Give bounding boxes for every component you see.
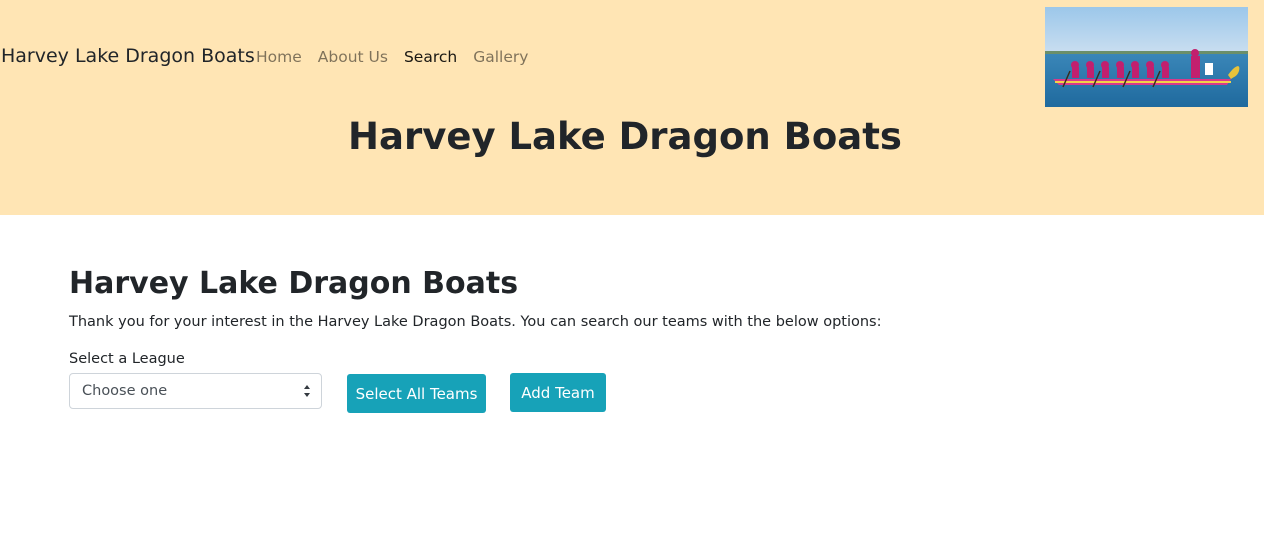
- select-arrows-icon: [304, 385, 310, 397]
- main-nav: Home About Us Search Gallery: [256, 48, 544, 66]
- add-team-button[interactable]: Add Team: [510, 373, 606, 412]
- dragon-boat-illustration: [1045, 7, 1248, 107]
- nav-about-us[interactable]: About Us: [318, 48, 388, 66]
- nav-gallery[interactable]: Gallery: [473, 48, 528, 66]
- league-select-value: Choose one: [82, 383, 168, 399]
- page-heading: Harvey Lake Dragon Boats: [69, 266, 519, 301]
- main-content: Harvey Lake Dragon Boats Thank you for y…: [69, 262, 1169, 413]
- search-form: Select a League Choose one Select All Te…: [69, 350, 769, 420]
- brand-link[interactable]: Harvey Lake Dragon Boats: [1, 45, 255, 67]
- league-select[interactable]: Choose one: [69, 373, 322, 409]
- nav-search[interactable]: Search: [404, 48, 457, 66]
- nav-home[interactable]: Home: [256, 48, 302, 66]
- dragon-boat-photo: [1045, 7, 1248, 107]
- league-label: Select a League: [69, 351, 185, 367]
- page-hero-title: Harvey Lake Dragon Boats: [348, 115, 902, 158]
- site-header: Harvey Lake Dragon Boats Home About Us S…: [0, 0, 1264, 215]
- select-all-teams-button[interactable]: Select All Teams: [347, 374, 486, 413]
- intro-text: Thank you for your interest in the Harve…: [69, 314, 882, 330]
